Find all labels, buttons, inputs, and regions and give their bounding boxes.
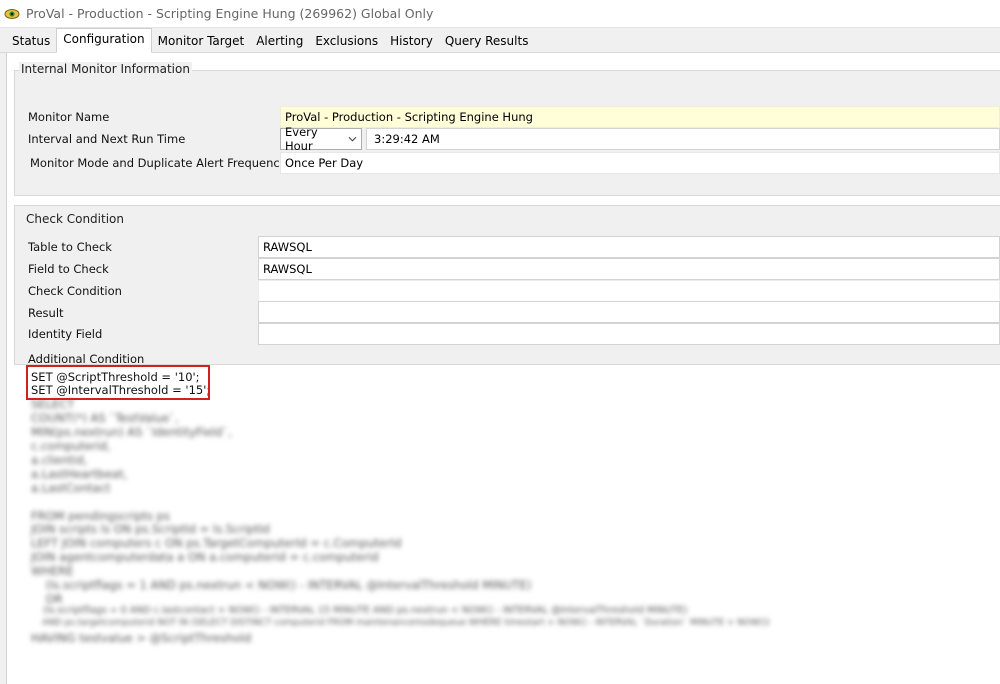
sql-blurred-line: a.LastHeartbeat, [31,467,128,481]
sql-blurred-line: COUNT(*) AS `TestValue`, [31,411,179,425]
field-to-check-label: Field to Check [28,262,109,276]
window-title: ProVal - Production - Scripting Engine H… [26,6,434,21]
tab-alerting[interactable]: Alerting [250,30,309,52]
sql-blurred-line: c.computerid, [31,439,111,453]
sql-blurred-line: WHERE [31,564,74,578]
field-to-check-field[interactable]: RAWSQL [258,258,1000,280]
sql-blurred-line: a.clientid, [31,453,88,467]
check-condition-label: Check Condition [28,284,122,298]
monitor-name-label: Monitor Name [28,110,110,124]
sql-blurred-line: JOIN agentcomputerdata a ON a.computerid… [31,550,379,564]
check-condition-field[interactable] [258,280,1000,302]
sql-blurred-line: (ls.scriptflags = 0 AND c.lastcontact > … [31,605,688,616]
check-condition-group-label: Check Condition [24,212,126,226]
highlight-annotation-box [26,365,210,400]
sql-blurred-line: AND ps.targetcomputerid NOT IN (SELECT D… [31,618,770,628]
mode-label: Monitor Mode and Duplicate Alert Frequen… [30,156,287,170]
sql-blurred-line: (ls.scriptflags = 1 AND ps.nextrun < NOW… [31,578,532,592]
interval-label: Interval and Next Run Time [28,132,186,146]
identity-field-label: Identity Field [28,327,103,341]
tab-bar: Status Configuration Monitor Target Aler… [0,28,1000,53]
tab-query-results[interactable]: Query Results [439,30,535,52]
tab-status[interactable]: Status [6,30,56,52]
chevron-down-icon [348,136,357,142]
monitor-eye-icon [4,8,20,19]
sql-blurred-line: a.LastContact [31,481,111,495]
sql-blurred-line: OR [31,592,63,606]
interval-select-value: Every Hour [285,125,318,153]
identity-field[interactable] [258,323,1000,345]
result-label: Result [28,306,64,320]
tab-exclusions[interactable]: Exclusions [309,30,384,52]
tab-configuration[interactable]: Configuration [56,28,152,53]
sql-blurred-line: HAVING testvalue > @ScriptThreshold [31,631,252,645]
additional-condition-label: Additional Condition [28,352,145,366]
table-to-check-field[interactable]: RAWSQL [258,236,1000,258]
tab-history[interactable]: History [384,30,439,52]
sql-blurred-line: JOIN scripts ls ON ps.ScriptId = ls.Scri… [31,522,270,536]
monitor-name-field[interactable]: ProVal - Production - Scripting Engine H… [280,106,1000,128]
table-to-check-label: Table to Check [28,240,112,254]
tab-monitor-target[interactable]: Monitor Target [152,30,251,52]
window-titlebar: ProVal - Production - Scripting Engine H… [0,0,1000,28]
sql-blurred-line: MIN(ps.nextrun) AS `IdentityField`, [31,425,232,439]
internal-monitor-group-label: Internal Monitor Information [19,62,192,76]
sql-blurred-line: FROM pendingscripts ps [31,509,170,523]
sql-blurred-line: LEFT JOIN computers c ON ps.TargetComput… [31,536,402,550]
interval-select[interactable]: Every Hour [280,125,362,153]
result-field[interactable] [258,301,1000,323]
monitor-mode-field[interactable]: Once Per Day [280,152,1000,174]
next-run-time-field[interactable]: 3:29:42 AM [366,128,1000,150]
